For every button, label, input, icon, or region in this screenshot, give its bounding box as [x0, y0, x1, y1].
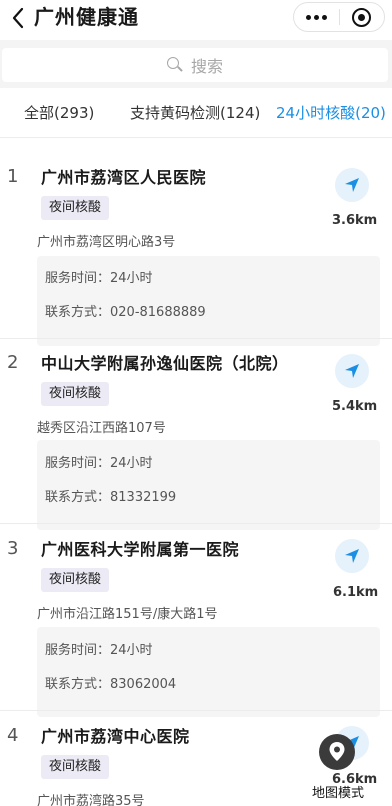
navigation-arrow-icon [345, 178, 359, 192]
navigate-button[interactable] [335, 354, 369, 388]
night-test-badge: 夜间核酸 [41, 196, 110, 220]
hospital-address: 广州市沿江路151号/康大路1号 [37, 607, 218, 622]
hospital-name: 广州市荔湾中心医院 [41, 727, 190, 746]
filter-tabs: 全部(293) 支持黄码检测(124) 24小时核酸(20) [0, 88, 392, 138]
app-header: 广州健康通 [0, 0, 392, 40]
tab-all[interactable]: 全部(293) [24, 102, 94, 123]
item-index: 2 [7, 352, 19, 373]
service-hours: 服务时间：24小时 [45, 271, 153, 286]
map-mode-button[interactable]: 地图模式 [306, 734, 370, 801]
hospital-address: 广州市荔湾区明心路3号 [37, 235, 176, 250]
hospital-name: 广州医科大学附属第一医院 [41, 540, 240, 559]
chevron-left-icon [12, 7, 24, 29]
navigate-button[interactable] [335, 539, 369, 573]
map-pin-icon [319, 734, 355, 770]
navigate-button[interactable] [335, 168, 369, 202]
target-close-icon [352, 7, 372, 27]
search-icon [166, 57, 183, 73]
service-hours: 服务时间：24小时 [45, 643, 153, 658]
search-placeholder: 搜索 [190, 57, 223, 76]
close-button[interactable] [340, 3, 384, 31]
info-box: 服务时间：24小时 联系方式：81332199 [37, 440, 380, 530]
item-index: 3 [7, 538, 19, 559]
map-mode-label: 地图模式 [311, 786, 364, 801]
search-bar-area: 搜索 [0, 40, 392, 88]
hospital-address: 广州市荔湾路35号 [37, 794, 145, 806]
contact-phone: 联系方式：81332199 [45, 490, 177, 505]
more-button[interactable] [294, 3, 339, 31]
contact-phone: 联系方式：020-81688889 [45, 305, 206, 320]
list-item[interactable]: 2 中山大学附属孙逸仙医院（北院） 夜间核酸 越秀区沿江西路107号 服务时间：… [0, 339, 392, 530]
night-test-badge: 夜间核酸 [41, 568, 110, 592]
navigation-arrow-icon [345, 549, 359, 563]
list-item[interactable]: 3 广州医科大学附属第一医院 夜间核酸 广州市沿江路151号/康大路1号 服务时… [0, 524, 392, 717]
search-input[interactable]: 搜索 [2, 48, 388, 82]
more-dots-icon [306, 14, 311, 20]
distance-label: 6.1km [333, 585, 379, 600]
hospital-name: 中山大学附属孙逸仙医院（北院） [41, 354, 289, 373]
night-test-badge: 夜间核酸 [41, 755, 110, 779]
info-box: 服务时间：24小时 联系方式：83062004 [37, 627, 380, 717]
mini-program-capsule [293, 2, 385, 32]
distance-label: 5.4km [332, 399, 378, 414]
tab-yellow-code[interactable]: 支持黄码检测(124) [130, 102, 260, 123]
info-box: 服务时间：24小时 联系方式：020-81688889 [37, 256, 380, 346]
page-title: 广州健康通 [34, 5, 139, 29]
tab-24h-test[interactable]: 24小时核酸(20) [276, 102, 386, 123]
item-index: 1 [7, 166, 19, 187]
distance-label: 3.6km [332, 213, 378, 228]
hospital-name: 广州市荔湾区人民医院 [41, 168, 207, 187]
contact-phone: 联系方式：83062004 [45, 677, 177, 692]
item-index: 4 [7, 725, 19, 746]
list-item[interactable]: 1 广州市荔湾区人民医院 夜间核酸 广州市荔湾区明心路3号 服务时间：24小时 … [0, 138, 392, 346]
back-button[interactable] [6, 6, 30, 30]
night-test-badge: 夜间核酸 [41, 382, 110, 406]
navigation-arrow-icon [345, 364, 359, 378]
hospital-address: 越秀区沿江西路107号 [37, 421, 166, 436]
service-hours: 服务时间：24小时 [45, 456, 153, 471]
